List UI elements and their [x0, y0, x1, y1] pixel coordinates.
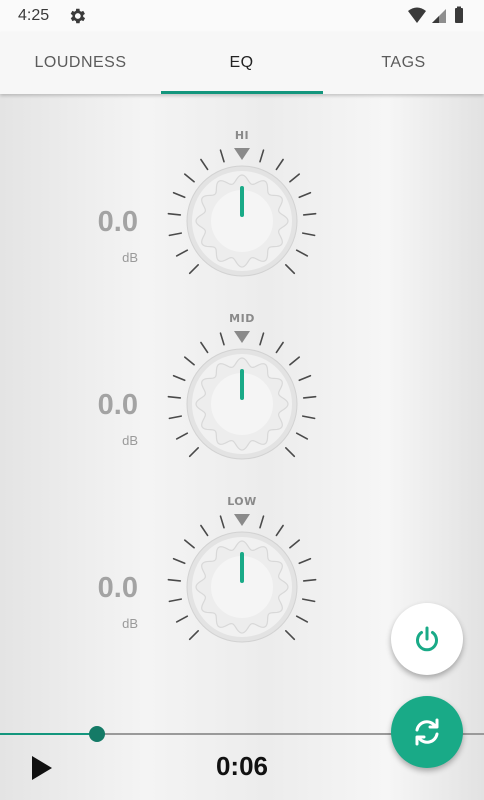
hi-gain-unit: dB	[122, 250, 138, 265]
tab-bar: LOUDNESS EQ TAGS	[0, 32, 484, 94]
hi-marker-icon	[234, 148, 250, 160]
low-gain-unit: dB	[122, 616, 138, 631]
sync-icon	[415, 718, 439, 746]
play-icon[interactable]	[28, 754, 56, 782]
wifi-icon	[408, 7, 426, 23]
status-time: 4:25	[18, 7, 50, 24]
status-bar: 4:25	[0, 0, 484, 32]
tab-loudness[interactable]: LOUDNESS	[0, 32, 161, 94]
mid-knob[interactable]: MID	[152, 311, 332, 495]
eq-panel: 0.0 dB HI 0.0 dB MID 0.0 dB LOW	[0, 94, 484, 800]
battery-icon	[455, 8, 463, 23]
tab-indicator	[161, 91, 323, 94]
mid-band-label: MID	[229, 312, 255, 325]
power-button[interactable]	[391, 603, 463, 675]
hi-knob[interactable]: HI	[152, 128, 332, 312]
mid-gain-unit: dB	[122, 433, 138, 448]
seek-thumb[interactable]	[88, 726, 105, 742]
hi-gain-value: 0.0	[97, 206, 138, 238]
tab-tags[interactable]: TAGS	[323, 32, 484, 94]
low-band-label: LOW	[227, 495, 257, 508]
eq-band-hi: 0.0 dB HI	[0, 128, 484, 312]
hi-band-label: HI	[235, 129, 249, 142]
seek-progress	[0, 733, 97, 735]
eq-band-mid: 0.0 dB MID	[0, 311, 484, 495]
low-knob[interactable]: LOW	[152, 494, 332, 678]
low-gain-value: 0.0	[97, 572, 138, 604]
gear-icon	[70, 8, 86, 24]
low-marker-icon	[234, 514, 250, 526]
sync-button[interactable]	[391, 696, 463, 768]
power-icon	[416, 626, 438, 652]
tab-eq[interactable]: EQ	[161, 32, 322, 94]
status-icons	[408, 6, 463, 23]
mid-gain-value: 0.0	[97, 389, 138, 421]
mid-marker-icon	[234, 331, 250, 343]
playback-time: 0:06	[215, 751, 269, 781]
